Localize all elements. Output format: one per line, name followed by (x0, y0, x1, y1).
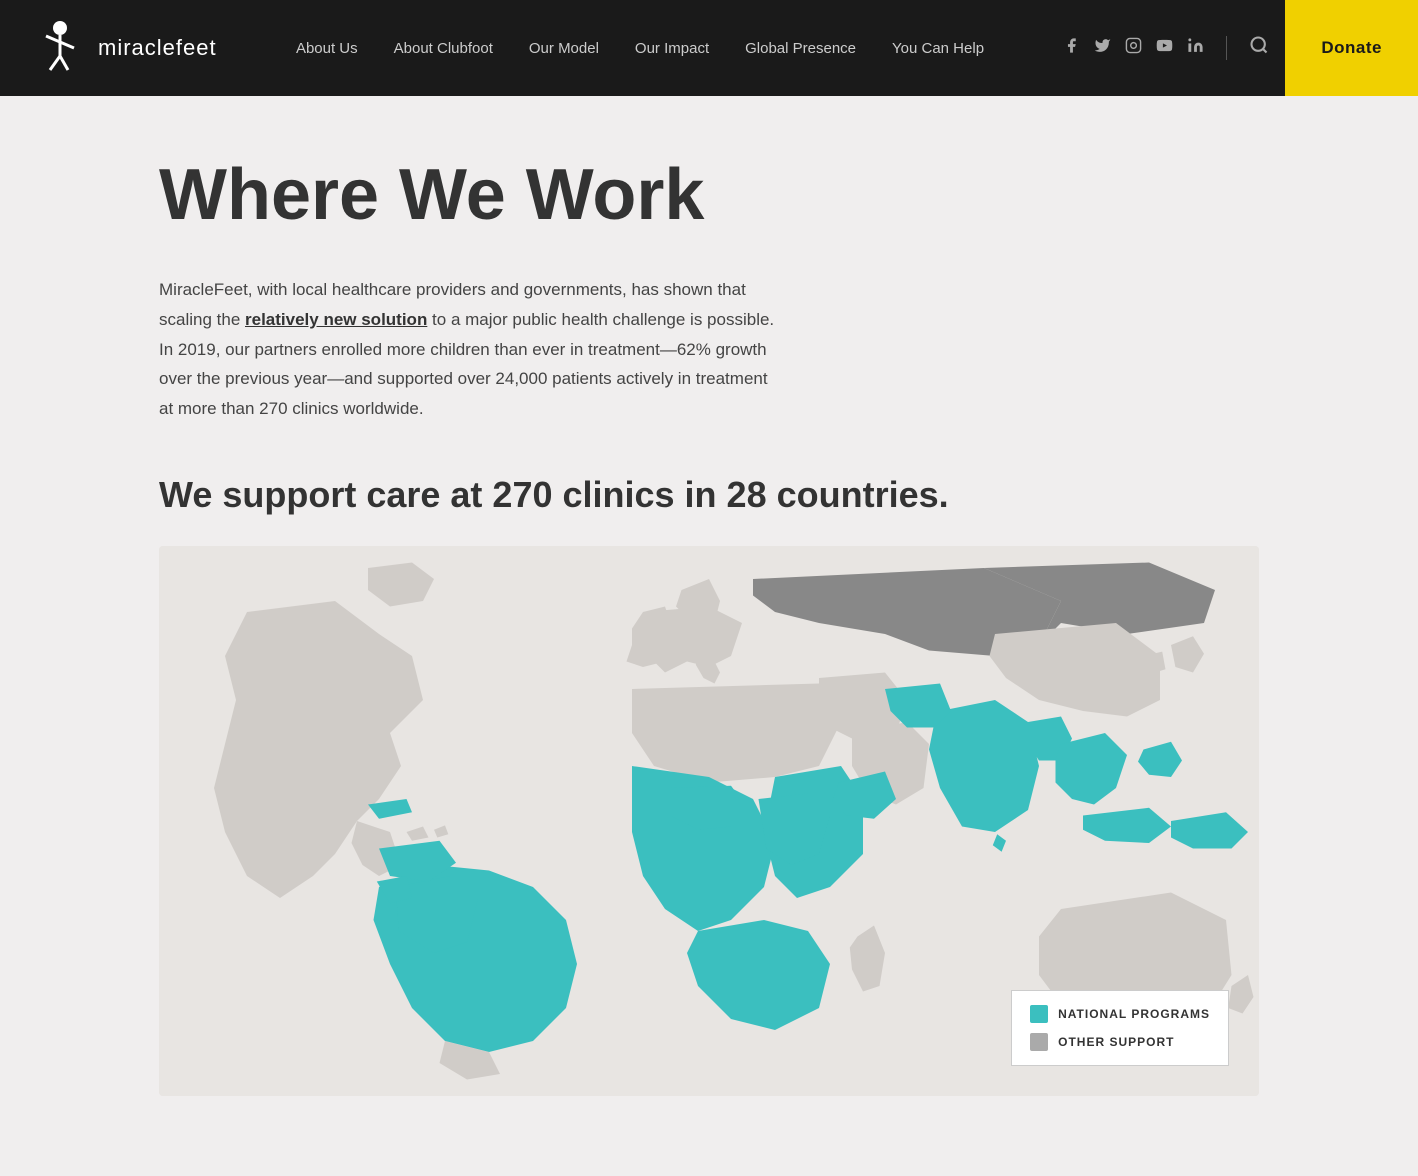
donate-button[interactable]: Donate (1285, 0, 1418, 96)
relatively-new-solution-link[interactable]: relatively new solution (245, 310, 427, 329)
logo-link[interactable]: miraclefeet (30, 18, 217, 78)
intro-paragraph: MiracleFeet, with local healthcare provi… (159, 275, 779, 424)
logo-icon (30, 18, 90, 78)
nav-our-model[interactable]: Our Model (511, 32, 617, 65)
map-legend: NATIONAL PROGRAMS OTHER SUPPORT (1011, 990, 1229, 1066)
navigation: miraclefeet About Us About Clubfoot Our … (0, 0, 1418, 96)
facebook-icon[interactable] (1063, 37, 1080, 59)
page-content: Where We Work MiracleFeet, with local he… (119, 96, 1299, 1176)
nav-divider (1226, 36, 1227, 60)
nav-links: About Us About Clubfoot Our Model Our Im… (278, 32, 1002, 65)
nav-about-us[interactable]: About Us (278, 32, 376, 65)
nav-our-impact[interactable]: Our Impact (617, 32, 727, 65)
youtube-icon[interactable] (1156, 37, 1173, 59)
world-map-container: NATIONAL PROGRAMS OTHER SUPPORT (159, 546, 1259, 1096)
nav-you-can-help[interactable]: You Can Help (874, 32, 1002, 65)
legend-other-support-label: OTHER SUPPORT (1058, 1035, 1174, 1049)
social-icons (1063, 37, 1204, 59)
legend-other-support: OTHER SUPPORT (1030, 1033, 1210, 1051)
clinics-heading: We support care at 270 clinics in 28 cou… (159, 474, 1059, 516)
instagram-icon[interactable] (1125, 37, 1142, 59)
nav-global-presence[interactable]: Global Presence (727, 32, 874, 65)
legend-national-programs: NATIONAL PROGRAMS (1030, 1005, 1210, 1023)
logo-text: miraclefeet (98, 35, 217, 61)
nav-about-clubfoot[interactable]: About Clubfoot (376, 32, 511, 65)
legend-teal-swatch (1030, 1005, 1048, 1023)
legend-national-programs-label: NATIONAL PROGRAMS (1058, 1007, 1210, 1021)
legend-gray-swatch (1030, 1033, 1048, 1051)
page-title: Where We Work (159, 156, 1259, 235)
search-icon[interactable] (1249, 35, 1269, 61)
twitter-icon[interactable] (1094, 37, 1111, 59)
linkedin-icon[interactable] (1187, 37, 1204, 59)
nav-right: Donate (1063, 0, 1388, 96)
